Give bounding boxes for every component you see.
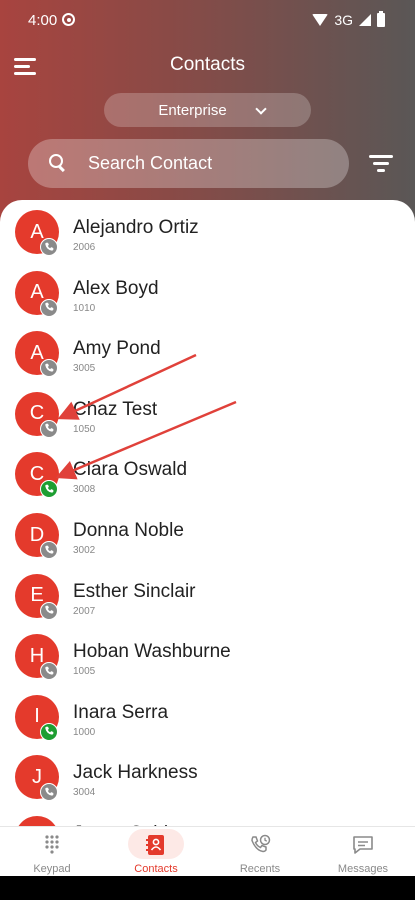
contact-row[interactable]: H Hoban Washburne 1005: [0, 630, 415, 690]
nav-contacts[interactable]: Contacts: [104, 827, 208, 877]
contacts-icon: [146, 835, 164, 855]
avatar: J: [15, 816, 59, 826]
record-icon: [62, 13, 75, 26]
phone-status-icon: [40, 783, 58, 802]
filter-icon[interactable]: [369, 155, 393, 172]
search-input[interactable]: [88, 139, 338, 188]
organization-dropdown-label: Enterprise: [158, 101, 227, 119]
phone-status-icon: [40, 359, 58, 378]
status-indicators: 3G: [312, 11, 385, 29]
contact-name: Alex Boyd: [73, 277, 159, 299]
contact-extension: 1005: [73, 666, 96, 678]
contact-extension: 1000: [73, 726, 96, 738]
nav-messages[interactable]: Messages: [311, 827, 415, 877]
phone-status-icon: [40, 541, 58, 559]
contact-row[interactable]: I Inara Serra 1000: [0, 691, 415, 751]
phone-status-icon: [40, 722, 58, 741]
contact-extension: 3002: [73, 545, 96, 556]
contact-name: Jack Harkness: [73, 762, 198, 784]
contact-extension: 3005: [73, 363, 96, 375]
contact-name: Amy Pond: [73, 338, 161, 360]
nav-keypad-label: Keypad: [33, 863, 71, 875]
gesture-bar: [0, 876, 415, 900]
contact-name: Clara Oswald: [73, 459, 188, 481]
nav-recents[interactable]: Recents: [208, 827, 312, 877]
signal-icon: [359, 14, 371, 26]
contact-row[interactable]: C Chaz Test 1050: [0, 388, 415, 448]
contact-row[interactable]: A Alex Boyd 1010: [0, 267, 415, 327]
contact-extension: 3008: [73, 484, 96, 496]
status-time: 4:00: [28, 12, 58, 29]
keypad-icon: [45, 835, 59, 854]
contact-extension: 2007: [73, 605, 96, 617]
contact-name: Donna Noble: [73, 520, 184, 541]
nav-messages-label: Messages: [337, 863, 389, 875]
wifi-icon: [312, 14, 329, 26]
contact-name: Hoban Washburne: [73, 641, 231, 663]
nav-recents-label: Recents: [239, 863, 281, 875]
page-title: Contacts: [170, 54, 245, 75]
nav-keypad[interactable]: Keypad: [0, 827, 104, 877]
contact-row[interactable]: JJayne Cobb: [0, 812, 415, 826]
battery-icon: [377, 11, 385, 27]
chevron-down-icon: [255, 103, 267, 115]
phone-status-icon: [40, 662, 58, 681]
organization-dropdown[interactable]: Enterprise: [104, 93, 311, 127]
nav-contacts-label: Contacts: [134, 863, 178, 875]
messages-icon: [353, 836, 373, 854]
recents-icon: [251, 834, 271, 853]
contact-name: Inara Serra: [73, 701, 169, 723]
contact-row[interactable]: C Clara Oswald 3008: [0, 448, 415, 508]
network-type: 3G: [334, 12, 353, 28]
contact-extension: 1010: [73, 302, 96, 314]
phone-status-icon: [40, 419, 58, 438]
contact-extension: 2006: [73, 242, 96, 253]
phone-status-icon: [40, 298, 58, 317]
phone-status-icon: [40, 601, 58, 620]
phone-status-icon: [40, 238, 58, 256]
status-bar: 4:00 3G: [0, 0, 415, 40]
search-box[interactable]: [28, 139, 349, 188]
contact-row[interactable]: E Esther Sinclair 2007: [0, 570, 415, 630]
contact-list: A Alejandro Ortiz 2006 A Alex Boyd 1010 A Amy P…: [0, 200, 415, 826]
bottom-navigation: Keypad Contacts Recents Messages: [0, 826, 415, 876]
search-icon: [49, 154, 66, 171]
contact-row[interactable]: D Donna Noble 3002: [0, 509, 415, 569]
contact-row[interactable]: J Jack Harkness 3004: [0, 751, 415, 811]
contact-row[interactable]: A Amy Pond 3005: [0, 327, 415, 387]
contact-name: Alejandro Ortiz: [73, 217, 199, 238]
contact-extension: 1050: [73, 423, 96, 435]
app-screen: 4:00 3G Contacts Enterprise AAlejandro O…: [0, 0, 415, 900]
contact-row[interactable]: A Alejandro Ortiz 2006: [0, 206, 415, 266]
contact-name: Chaz Test: [73, 398, 158, 420]
contact-extension: 3004: [73, 787, 96, 799]
phone-status-icon: [40, 480, 58, 499]
contact-name: Esther Sinclair: [73, 580, 196, 602]
